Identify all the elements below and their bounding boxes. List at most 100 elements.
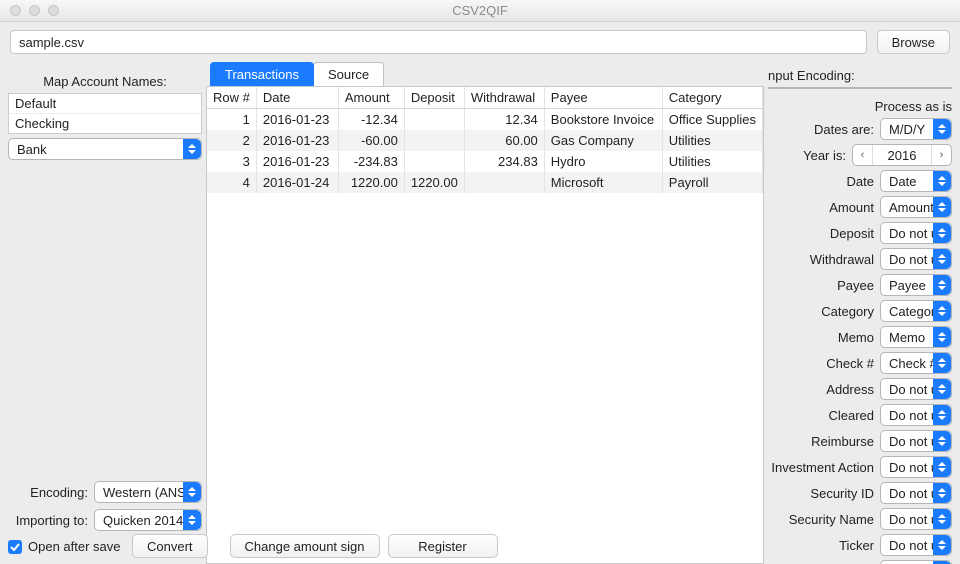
chevron-right-icon[interactable]: › [931, 145, 951, 165]
cell-withdrawal [464, 172, 544, 193]
mapping-select[interactable]: Date [880, 170, 952, 192]
file-path-value: sample.csv [19, 35, 84, 50]
right-panel: nput Encoding: Process as is Dates are: … [764, 62, 960, 564]
mapping-label: Memo [768, 330, 874, 345]
col-header-category[interactable]: Category [662, 87, 762, 109]
mapping-select[interactable]: Do not u [880, 222, 952, 244]
convert-button[interactable]: Convert [132, 534, 208, 558]
cell-payee: Hydro [544, 151, 662, 172]
cell-amount: -60.00 [338, 130, 404, 151]
cell-deposit [404, 109, 464, 131]
tab-source[interactable]: Source [313, 62, 384, 86]
mapping-select[interactable]: Do not u [880, 456, 952, 478]
cell-category: Payroll [662, 172, 762, 193]
cell-deposit: 1220.00 [404, 172, 464, 193]
transactions-table: Row # Date Amount Deposit Withdrawal Pay… [207, 87, 763, 193]
col-header-amount[interactable]: Amount [338, 87, 404, 109]
table-row[interactable]: 32016-01-23-234.83234.83HydroUtilities [207, 151, 763, 172]
file-path-input[interactable]: sample.csv [10, 30, 867, 54]
cell-amount: 1220.00 [338, 172, 404, 193]
chevron-updown-icon [933, 431, 951, 451]
tabs: Transactions Source [206, 62, 764, 86]
mapping-label: Category [768, 304, 874, 319]
transactions-table-wrap[interactable]: Row # Date Amount Deposit Withdrawal Pay… [206, 86, 764, 564]
mapping-value: Payee [889, 278, 926, 293]
chevron-updown-icon [933, 249, 951, 269]
importing-to-label: Importing to: [8, 513, 88, 528]
chevron-updown-icon [933, 353, 951, 373]
cell-payee: Bookstore Invoice [544, 109, 662, 131]
mapping-select[interactable]: Categor [880, 300, 952, 322]
col-header-row[interactable]: Row # [207, 87, 256, 109]
mapping-label: Payee [768, 278, 874, 293]
mapping-select[interactable]: Check # [880, 352, 952, 374]
col-header-deposit[interactable]: Deposit [404, 87, 464, 109]
mapping-select[interactable]: Payee [880, 274, 952, 296]
mapping-select[interactable]: Memo [880, 326, 952, 348]
dates-are-select[interactable]: M/D/Y [880, 118, 952, 140]
account-row[interactable]: Default [9, 94, 201, 114]
process-as-is-checkbox[interactable] [855, 100, 869, 114]
col-header-payee[interactable]: Payee [544, 87, 662, 109]
mapping-label: Date [768, 174, 874, 189]
chevron-updown-icon [933, 483, 951, 503]
register-button[interactable]: Register [388, 534, 498, 558]
center-panel: Transactions Source Row # Date Amount De… [206, 62, 764, 564]
mapping-value: Do not u [889, 486, 938, 501]
cell-payee: Gas Company [544, 130, 662, 151]
main-area: Map Account Names: Default Checking Bank… [0, 62, 960, 564]
year-stepper[interactable]: ‹ 2016 › [852, 144, 952, 166]
chevron-updown-icon [933, 457, 951, 477]
mapping-select[interactable]: Do not u [880, 482, 952, 504]
importing-to-select[interactable]: Quicken 2014 [94, 509, 202, 531]
year-value: 2016 [873, 148, 931, 163]
mapping-label: Deposit [768, 226, 874, 241]
chevron-left-icon[interactable]: ‹ [853, 145, 873, 165]
chevron-updown-icon [933, 509, 951, 529]
account-type-select[interactable]: Bank [8, 138, 202, 160]
cell-deposit [404, 151, 464, 172]
cell-withdrawal: 12.34 [464, 109, 544, 131]
chevron-updown-icon [933, 275, 951, 295]
mapping-row: Date Date [768, 170, 952, 192]
mapping-select[interactable]: Do not u [880, 508, 952, 530]
bottom-button-row: Convert Change amount sign Register [0, 534, 960, 558]
mapping-select[interactable]: Do not u [880, 430, 952, 452]
mapping-select[interactable]: Do not u [880, 248, 952, 270]
mapping-value: Do not u [889, 512, 938, 527]
dates-are-label: Dates are: [768, 122, 874, 137]
left-panel: Map Account Names: Default Checking Bank… [0, 62, 206, 564]
mapping-value: Do not u [889, 226, 938, 241]
cell-category: Utilities [662, 130, 762, 151]
chevron-updown-icon [183, 139, 201, 159]
mapping-value: Do not u [889, 434, 938, 449]
mapping-row: Deposit Do not u [768, 222, 952, 244]
mapping-label: Check # [768, 356, 874, 371]
mapping-row: AmountAmount [768, 196, 952, 218]
map-account-names-label: Map Account Names: [8, 68, 202, 93]
mapping-select[interactable]: Do not u [880, 560, 952, 564]
input-encoding-select[interactable] [768, 87, 952, 89]
mapping-select[interactable]: Amount [880, 196, 952, 218]
col-header-withdrawal[interactable]: Withdrawal [464, 87, 544, 109]
mapping-value: Do not u [889, 408, 938, 423]
table-header-row: Row # Date Amount Deposit Withdrawal Pay… [207, 87, 763, 109]
table-row[interactable]: 12016-01-23-12.3412.34Bookstore InvoiceO… [207, 109, 763, 131]
tab-transactions[interactable]: Transactions [210, 62, 314, 86]
cell-row: 4 [207, 172, 256, 193]
mapping-label: Investment Action [768, 460, 874, 475]
change-amount-sign-button[interactable]: Change amount sign [230, 534, 380, 558]
mapping-select[interactable]: Do not u [880, 404, 952, 426]
mapping-select[interactable]: Do not u [880, 378, 952, 400]
browse-button[interactable]: Browse [877, 30, 950, 54]
encoding-select[interactable]: Western (ANS [94, 481, 202, 503]
table-row[interactable]: 22016-01-23-60.0060.00Gas CompanyUtiliti… [207, 130, 763, 151]
account-row[interactable]: Checking [9, 114, 201, 133]
col-header-date[interactable]: Date [256, 87, 338, 109]
mapping-row: ClearedDo not u [768, 404, 952, 426]
account-names-list[interactable]: Default Checking [8, 93, 202, 134]
chevron-updown-icon [183, 510, 201, 530]
table-row[interactable]: 42016-01-241220.001220.00MicrosoftPayrol… [207, 172, 763, 193]
titlebar: CSV2QIF [0, 0, 960, 22]
cell-category: Office Supplies [662, 109, 762, 131]
